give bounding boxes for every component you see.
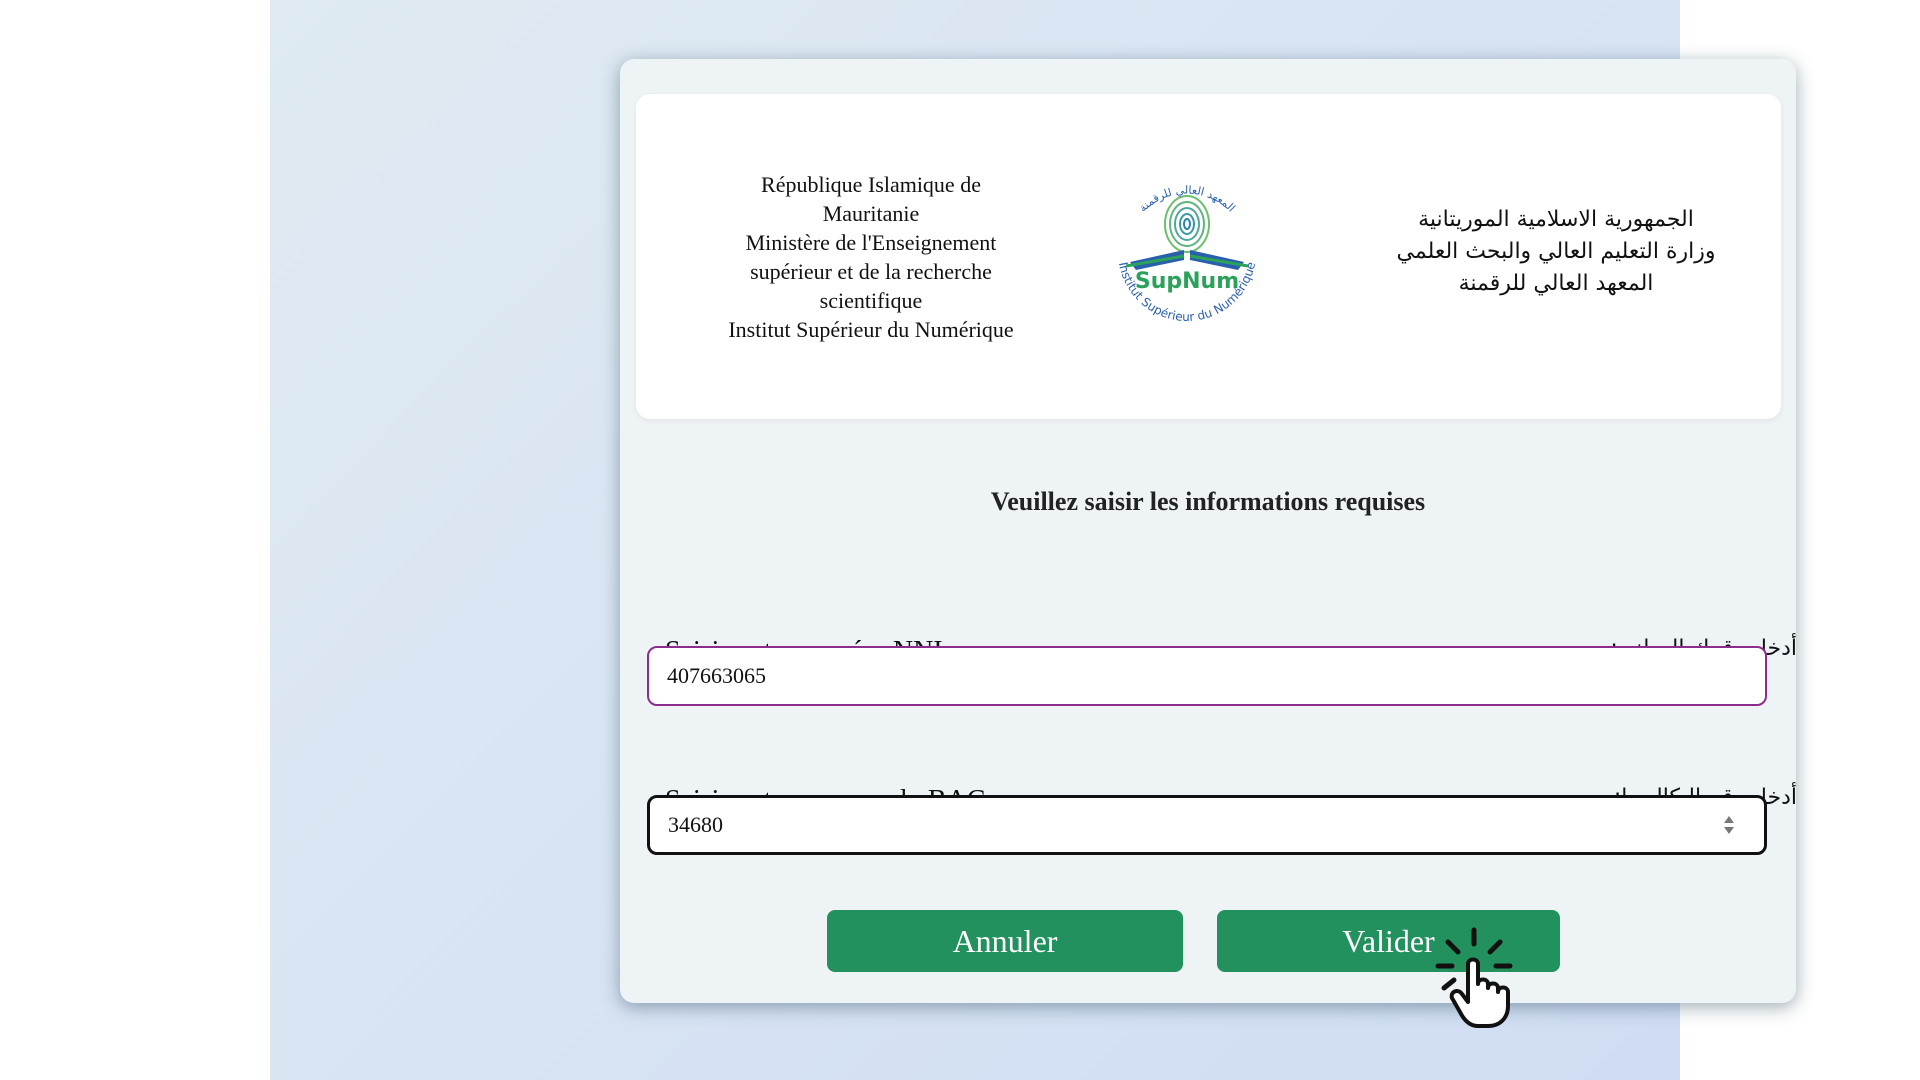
supnum-logo: SupNum Institut Supérieur du Numérique ا… — [1116, 183, 1258, 324]
number-spinner-icon[interactable] — [1722, 813, 1736, 837]
submit-button[interactable]: Valider — [1217, 910, 1560, 972]
logo-wordmark: SupNum — [1135, 269, 1239, 294]
form-title: Veuillez saisir les informations requise… — [990, 487, 1426, 516]
ar-line: الجمهورية الاسلامية الموريتانية — [1418, 207, 1694, 232]
fr-line: République Islamique de — [761, 172, 981, 197]
logo-ring-text-ar: المعهد العالي للرقمنة — [1136, 183, 1237, 214]
fr-line: supérieur et de la recherche — [750, 259, 992, 284]
fr-line: Institut Supérieur du Numérique — [728, 317, 1014, 342]
fingerprint-icon — [1164, 195, 1210, 253]
fr-line: scientifique — [819, 288, 923, 313]
ar-line: المعهد العالي للرقمنة — [1458, 271, 1654, 296]
institution-name-fr: République Islamique de Mauritanie Minis… — [691, 170, 1051, 344]
fr-line: Mauritanie — [822, 201, 920, 226]
bac-input[interactable] — [647, 795, 1767, 855]
cancel-button[interactable]: Annuler — [827, 910, 1183, 972]
institution-name-ar: الجمهورية الاسلامية الموريتانية وزارة ال… — [1376, 204, 1736, 300]
ar-line: وزارة التعليم العالي والبحث العلمي — [1396, 239, 1716, 264]
login-card: République Islamique de Mauritanie Minis… — [620, 59, 1797, 1003]
page-background: République Islamique de Mauritanie Minis… — [270, 0, 1797, 1080]
fr-line: Ministère de l'Enseignement — [745, 230, 997, 255]
nni-input[interactable] — [647, 646, 1767, 706]
institution-header: République Islamique de Mauritanie Minis… — [636, 94, 1781, 419]
